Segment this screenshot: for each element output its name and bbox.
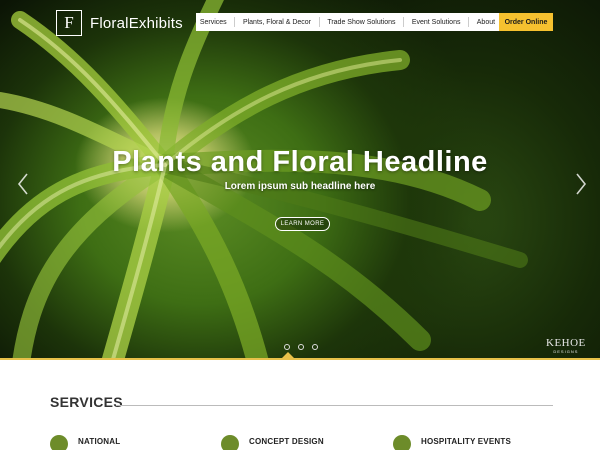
nav-about[interactable]: About [477,19,495,26]
chevron-right-icon[interactable] [574,172,588,196]
nav-divider [318,17,320,27]
hero-subheadline: Lorem ipsum sub headline here [224,181,376,192]
service-concept-design[interactable]: CONCEPT DESIGN [221,435,324,450]
learn-more-button[interactable]: LEARN MORE [275,217,330,231]
hero-bottom-bar [0,358,600,360]
service-icon [50,435,68,450]
service-national[interactable]: NATIONAL [50,435,120,450]
service-hospitality-events[interactable]: HOSPITALITY EVENTS [393,435,511,450]
brand-logo[interactable]: F FloralExhibits [56,10,183,36]
nav-divider [234,17,236,27]
credit-main: KEHOE [546,337,586,349]
credit-sub: DESIGNS [553,349,579,354]
nav-services[interactable]: Services [200,19,227,26]
slide-dot-3[interactable] [312,344,318,350]
nav-plants-floral-decor[interactable]: Plants, Floral & Decor [243,19,311,26]
brand-name: FloralExhibits [90,14,183,32]
nav-divider [468,17,470,27]
slide-dot-2[interactable] [298,344,304,350]
hero-image [0,0,528,360]
slide-dot-1[interactable] [284,344,290,350]
service-icon [393,435,411,450]
main-nav: Services Plants, Floral & Decor Trade Sh… [196,13,499,31]
hero-slider: F FloralExhibits Services Plants, Floral… [0,0,600,360]
services-heading: SERVICES [50,394,123,410]
hero-headline: Plants and Floral Headline [112,146,488,178]
nav-divider [403,17,405,27]
slide-indicators [284,344,318,350]
service-label: NATIONAL [78,437,121,446]
chevron-left-icon[interactable] [16,172,30,196]
photo-credit-logo: KEHOE DESIGNS [546,337,586,355]
nav-event-solutions[interactable]: Event Solutions [412,19,461,26]
service-label: CONCEPT DESIGN [249,437,324,446]
logo-mark: F [56,10,82,36]
service-label: HOSPITALITY EVENTS [421,437,511,446]
services-divider [116,405,553,406]
nav-trade-show-solutions[interactable]: Trade Show Solutions [327,19,395,26]
service-icon [221,435,239,450]
order-online-button[interactable]: Order Online [499,13,553,31]
